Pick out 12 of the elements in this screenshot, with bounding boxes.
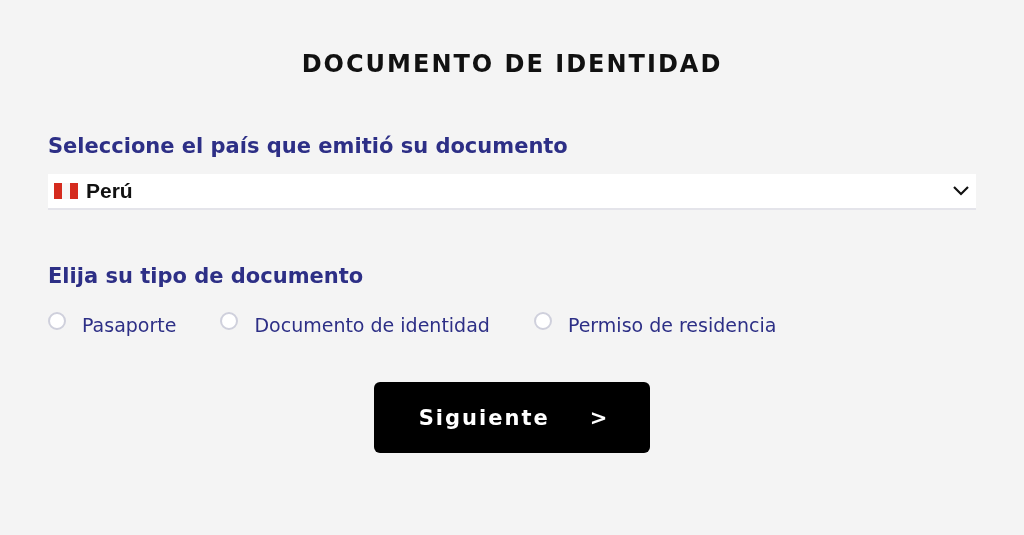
field-label: Seleccione el país que emitió su documento: [48, 133, 569, 160]
chevron-down-icon: [952, 185, 970, 197]
radio-option[interactable]: Pasaporte: [48, 314, 177, 336]
next-button[interactable]: Siguiente >: [374, 382, 650, 453]
country-select[interactable]: Perú: [48, 174, 976, 210]
radio-button[interactable]: [533, 312, 552, 330]
radio-button[interactable]: [48, 312, 66, 330]
option-label: Pasaporte: [82, 314, 177, 336]
form-title: DOCUMENTO DE IDENTIDAD: [300, 49, 724, 80]
flag-icon: [54, 183, 78, 199]
field-label: Elija su tipo de documento: [48, 263, 365, 290]
radio-button[interactable]: [220, 312, 239, 330]
